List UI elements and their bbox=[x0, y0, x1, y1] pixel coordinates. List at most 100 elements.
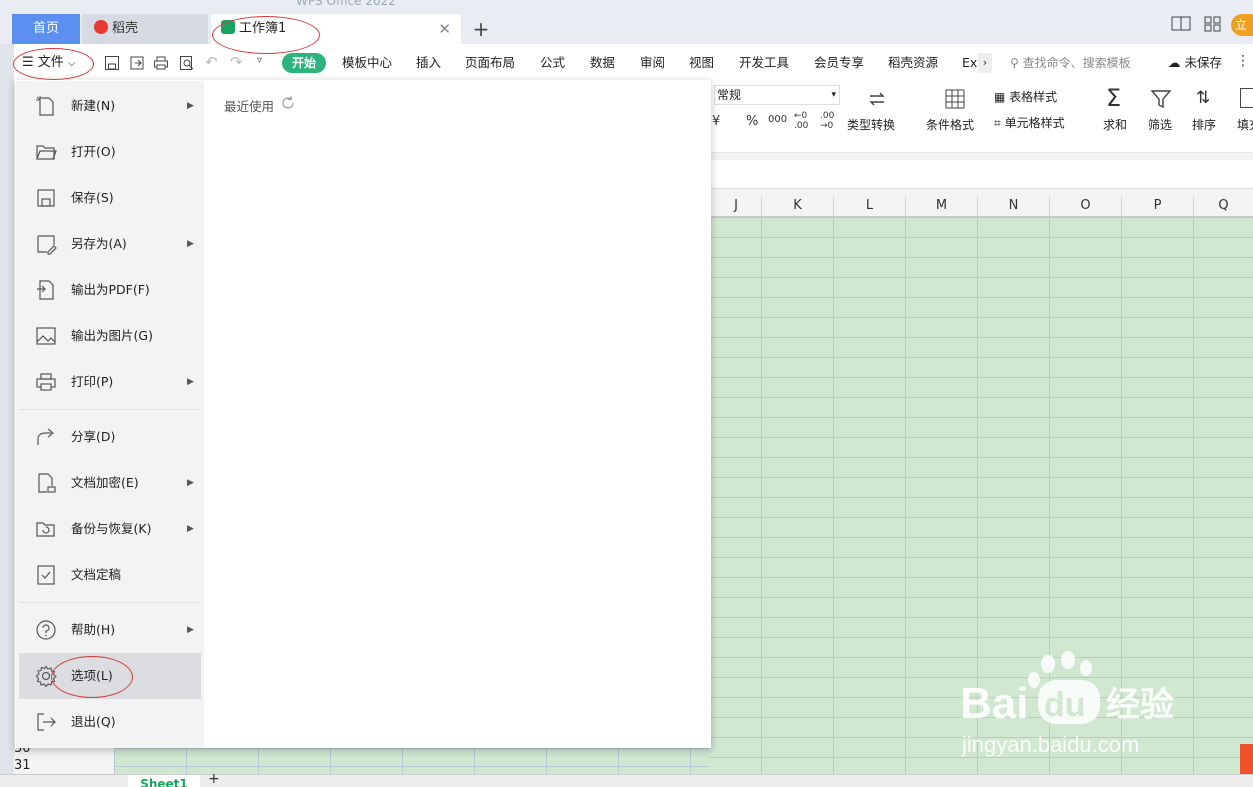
watermark-cn: 经验 bbox=[1106, 685, 1174, 725]
tab-member[interactable]: 会员专享 bbox=[814, 53, 864, 73]
save-as-icon bbox=[37, 235, 57, 255]
cell-grid-lower[interactable] bbox=[114, 748, 710, 774]
menu-item-exit[interactable]: 退出(Q) bbox=[19, 699, 201, 745]
menu-item-finalize[interactable]: 文档定稿 bbox=[19, 552, 201, 598]
menu-divider bbox=[19, 602, 201, 603]
column-header-q[interactable]: Q bbox=[1193, 196, 1253, 216]
cloud-icon: ☁ bbox=[1168, 55, 1181, 70]
apps-grid-icon[interactable] bbox=[1202, 14, 1224, 34]
sheet-tab[interactable]: Sheet1 bbox=[128, 775, 200, 787]
increase-decimal-button[interactable]: ←0 .00 bbox=[794, 111, 814, 131]
menu-item-save[interactable]: 保存(S) bbox=[19, 175, 201, 221]
conditional-format-label[interactable]: 条件格式 bbox=[926, 116, 974, 133]
menu-item-label: 文档加密(E) bbox=[71, 475, 139, 490]
menu-item-encrypt[interactable]: 文档加密(E) ▶ bbox=[19, 460, 201, 506]
tab-page-layout[interactable]: 页面布局 bbox=[465, 53, 515, 73]
menu-item-print[interactable]: 打印(P) ▶ bbox=[19, 359, 201, 405]
table-style-icon: ▦ bbox=[994, 90, 1006, 104]
menu-item-export-image[interactable]: 输出为图片(G) bbox=[19, 313, 201, 359]
cell-style-button[interactable]: ⌗ 单元格样式 bbox=[994, 114, 1065, 131]
menu-item-label: 打开(O) bbox=[71, 144, 116, 159]
menu-item-new[interactable]: 新建(N) ▶ bbox=[19, 83, 201, 129]
filter-label[interactable]: 筛选 bbox=[1148, 116, 1172, 133]
tab-review[interactable]: 审阅 bbox=[640, 53, 665, 73]
menu-item-help[interactable]: 帮助(H) ▶ bbox=[19, 607, 201, 653]
login-button[interactable]: 立 bbox=[1231, 14, 1253, 36]
command-search[interactable]: ⚲ 查找命令、搜索模板 bbox=[1010, 53, 1131, 73]
more-icon[interactable]: ⋮ bbox=[1236, 53, 1250, 69]
type-convert-icon[interactable] bbox=[866, 88, 888, 110]
tab-insert[interactable]: 插入 bbox=[416, 53, 441, 73]
baidu-jingyan-watermark: Bai du 经验 jingyan.baidu.com bbox=[960, 651, 1174, 757]
thousands-separator-button[interactable]: 000 bbox=[768, 114, 787, 125]
save-status[interactable]: ☁ 未保存 bbox=[1168, 53, 1222, 73]
sum-icon[interactable]: Σ bbox=[1106, 84, 1121, 112]
wps-corner-badge bbox=[1240, 744, 1253, 774]
refresh-icon[interactable] bbox=[281, 96, 295, 110]
help-icon bbox=[36, 620, 56, 640]
sort-icon[interactable]: ⇅ bbox=[1196, 88, 1210, 108]
tab-data[interactable]: 数据 bbox=[590, 53, 615, 73]
tab-excel-more[interactable]: Ex bbox=[962, 53, 977, 73]
menu-item-export-pdf[interactable]: 输出为PDF(F) bbox=[19, 267, 201, 313]
quick-access-dropdown-icon[interactable]: ▿ bbox=[257, 55, 262, 66]
percent-format-button[interactable]: % bbox=[746, 114, 758, 129]
tab-home[interactable]: 首页 bbox=[12, 14, 80, 44]
backup-icon bbox=[36, 522, 55, 537]
menu-item-label: 新建(N) bbox=[71, 98, 116, 113]
new-tab-button[interactable]: + bbox=[470, 14, 492, 44]
row-number[interactable]: 31 bbox=[14, 757, 38, 774]
column-header-o[interactable]: O bbox=[1049, 196, 1121, 216]
undo-icon[interactable]: ↶ bbox=[205, 53, 218, 71]
sort-label[interactable]: 排序 bbox=[1192, 116, 1216, 133]
quick-print-icon[interactable] bbox=[153, 55, 169, 71]
column-header-k[interactable]: K bbox=[761, 196, 833, 216]
watermark-brand2: du bbox=[1044, 686, 1086, 724]
cell-style-label: 单元格样式 bbox=[1004, 116, 1065, 130]
conditional-format-icon[interactable] bbox=[944, 88, 966, 110]
file-menu-list: 新建(N) ▶ 打开(O) 保存(S) 另存为(A) ▶ 输出为PDF(F) 输出为… bbox=[16, 81, 204, 748]
tab-start[interactable]: 开始 bbox=[282, 53, 326, 73]
menu-item-label: 退出(Q) bbox=[71, 714, 116, 729]
column-header-j[interactable]: J bbox=[710, 196, 761, 216]
menu-item-label: 输出为PDF(F) bbox=[71, 282, 150, 297]
menu-item-share[interactable]: 分享(D) bbox=[19, 414, 201, 460]
print-preview-icon[interactable] bbox=[179, 55, 195, 71]
fill-label[interactable]: 填充 bbox=[1237, 116, 1253, 133]
close-tab-icon[interactable]: ✕ bbox=[438, 14, 451, 44]
watermark-url: jingyan.baidu.com bbox=[961, 732, 1139, 757]
tab-formulas[interactable]: 公式 bbox=[540, 53, 565, 73]
number-format-select[interactable]: 常规 ▾ bbox=[714, 85, 840, 105]
submenu-arrow-icon: ▶ bbox=[187, 239, 194, 249]
currency-format-button[interactable]: ¥ bbox=[712, 114, 720, 129]
ribbon-scroll-right-icon[interactable]: › bbox=[978, 53, 992, 73]
type-convert-label[interactable]: 类型转换 bbox=[847, 116, 895, 133]
menu-divider bbox=[19, 409, 201, 410]
filter-icon[interactable] bbox=[1150, 88, 1172, 110]
tab-daoke-resources[interactable]: 稻壳资源 bbox=[888, 53, 938, 73]
tab-developer[interactable]: 开发工具 bbox=[739, 53, 789, 73]
decrease-decimal-button[interactable]: .00 →0 bbox=[820, 111, 840, 131]
column-header-row: J K L M N O P Q bbox=[710, 196, 1253, 217]
tab-view[interactable]: 视图 bbox=[689, 53, 714, 73]
menu-item-backup[interactable]: 备份与恢复(K) ▶ bbox=[19, 506, 201, 552]
tab-template-center[interactable]: 模板中心 bbox=[342, 53, 392, 73]
title-bar: WPS Office 2022 首页 稻壳 工作簿1 ✕ + 立 bbox=[0, 0, 1253, 44]
menu-item-open[interactable]: 打开(O) bbox=[19, 129, 201, 175]
redo-icon[interactable]: ↷ bbox=[230, 53, 243, 71]
menu-item-save-as[interactable]: 另存为(A) ▶ bbox=[19, 221, 201, 267]
table-style-button[interactable]: ▦ 表格样式 bbox=[994, 88, 1057, 105]
sum-label[interactable]: 求和 bbox=[1103, 116, 1127, 133]
column-header-p[interactable]: P bbox=[1121, 196, 1193, 216]
add-sheet-icon[interactable]: + bbox=[208, 771, 220, 787]
daoke-logo-icon bbox=[94, 20, 108, 34]
window-layout-icon[interactable] bbox=[1170, 14, 1192, 34]
column-header-m[interactable]: M bbox=[905, 196, 977, 216]
quick-export-icon[interactable] bbox=[129, 55, 145, 71]
column-header-n[interactable]: N bbox=[977, 196, 1049, 216]
fill-icon[interactable] bbox=[1240, 88, 1253, 108]
quick-save-icon[interactable] bbox=[104, 55, 120, 71]
formula-bar[interactable] bbox=[710, 160, 1253, 189]
tab-daoke[interactable]: 稻壳 bbox=[82, 14, 208, 44]
column-header-l[interactable]: L bbox=[833, 196, 905, 216]
